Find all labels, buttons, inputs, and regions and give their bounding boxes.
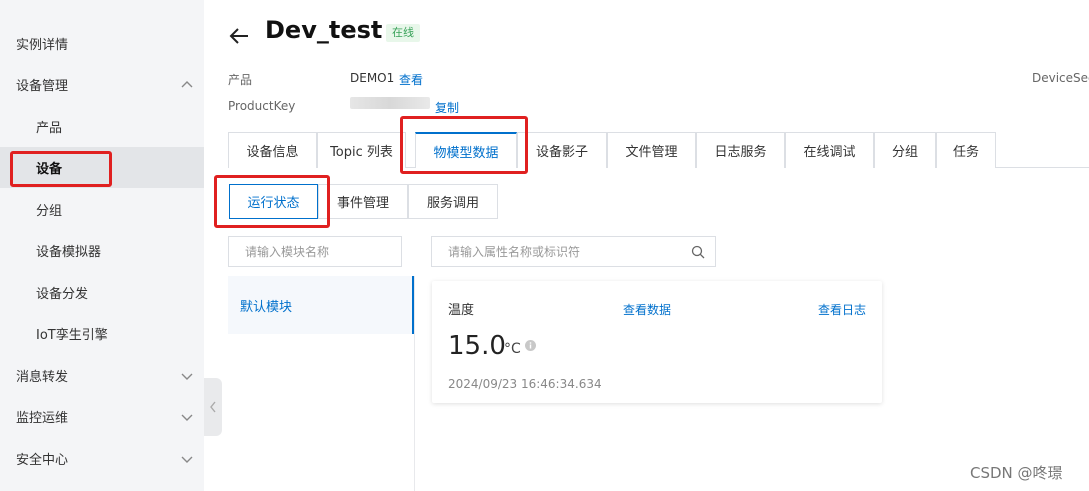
tab-device-info[interactable]: 设备信息 xyxy=(228,132,317,168)
copy-productkey-link[interactable]: 复制 xyxy=(435,99,459,116)
tab-log-service[interactable]: 日志服务 xyxy=(696,132,785,168)
sidebar-item-message-forwarding[interactable]: 消息转发 xyxy=(0,355,204,396)
productkey-masked-value xyxy=(350,97,430,109)
tab-device-shadow[interactable]: 设备影子 xyxy=(517,132,607,168)
view-product-link[interactable]: 查看 xyxy=(399,71,423,88)
sidebar-item-label: 设备管理 xyxy=(16,79,69,94)
sidebar-item-label: 设备模拟器 xyxy=(36,245,102,260)
sidebar-item-label: 监控运维 xyxy=(16,411,69,426)
subtab-service-invocation[interactable]: 服务调用 xyxy=(408,184,498,219)
watermark: CSDN @咚璟 xyxy=(970,464,1063,482)
highlight-device-item xyxy=(10,151,112,187)
sidebar-item-device-simulator[interactable]: 设备模拟器 xyxy=(0,230,204,271)
highlight-thing-model-tab xyxy=(400,116,528,174)
product-label: 产品 xyxy=(228,73,253,87)
view-data-link[interactable]: 查看数据 xyxy=(623,301,671,318)
product-value: DEMO1 xyxy=(350,71,395,85)
module-search-input[interactable] xyxy=(229,237,395,266)
tab-file-management[interactable]: 文件管理 xyxy=(607,132,696,168)
chevron-down-icon xyxy=(181,414,193,421)
page-title: Dev_test xyxy=(265,16,383,44)
sidebar-item-device-distribution[interactable]: 设备分发 xyxy=(0,272,204,313)
chevron-down-icon xyxy=(181,373,193,380)
sidebar-item-label: 分组 xyxy=(36,204,63,219)
status-badge: 在线 xyxy=(386,24,420,42)
subtab-label: 事件管理 xyxy=(336,196,389,211)
chevron-up-icon xyxy=(181,81,193,88)
property-unit: °C xyxy=(504,341,521,357)
info-icon[interactable] xyxy=(525,340,536,351)
sidebar-item-label: 安全中心 xyxy=(16,453,69,468)
sidebar-item-iot-twin-engine[interactable]: IoT孪生引擎 xyxy=(0,313,204,354)
property-name: 温度 xyxy=(448,303,475,318)
tab-label: 文件管理 xyxy=(625,145,678,160)
sidebar-item-security-center[interactable]: 安全中心 xyxy=(0,438,204,479)
tab-online-debug[interactable]: 在线调试 xyxy=(785,132,874,168)
subtab-event-management[interactable]: 事件管理 xyxy=(318,184,408,219)
tab-label: 设备信息 xyxy=(246,145,299,160)
back-arrow-icon[interactable] xyxy=(228,26,250,46)
sidebar-item-label: 设备分发 xyxy=(36,287,89,302)
sidebar-item-label: 消息转发 xyxy=(16,370,69,385)
sidebar-item-label: 实例详情 xyxy=(16,38,69,53)
tab-label: 任务 xyxy=(952,145,979,160)
module-search xyxy=(228,236,402,267)
tab-label: Topic 列表 xyxy=(330,145,393,160)
sidebar-item-instance-details[interactable]: 实例详情 xyxy=(0,23,204,64)
tab-label: 日志服务 xyxy=(714,145,767,160)
chevron-down-icon xyxy=(181,456,193,463)
panel-divider xyxy=(414,276,415,491)
tab-label: 设备影子 xyxy=(535,145,588,160)
sidebar-item-device-management[interactable]: 设备管理 xyxy=(0,64,204,105)
sidebar-item-label: IoT孪生引擎 xyxy=(36,328,108,343)
highlight-running-status-subtab xyxy=(214,175,330,228)
chevron-left-icon xyxy=(210,401,216,413)
sidebar-item-monitoring-ops[interactable]: 监控运维 xyxy=(0,396,204,437)
tab-task[interactable]: 任务 xyxy=(936,132,996,168)
property-search-input[interactable] xyxy=(432,237,691,266)
module-label: 默认模块 xyxy=(240,299,293,315)
search-icon[interactable] xyxy=(691,245,705,259)
tab-topic-list[interactable]: Topic 列表 xyxy=(317,132,406,168)
sidebar-item-label: 产品 xyxy=(36,121,63,136)
sidebar-item-product[interactable]: 产品 xyxy=(0,106,204,147)
sidebar-item-group[interactable]: 分组 xyxy=(0,189,204,230)
property-card: 温度 查看数据 查看日志 15.0 °C 2024/09/23 16:46:34… xyxy=(432,281,882,403)
productkey-label: ProductKey xyxy=(228,99,296,113)
property-search xyxy=(431,236,716,267)
property-timestamp: 2024/09/23 16:46:34.634 xyxy=(448,377,602,391)
view-log-link[interactable]: 查看日志 xyxy=(818,301,866,318)
sidebar: 实例详情 设备管理 产品 设备 分组 设备模拟器 设备分发 IoT孪生引擎 消息… xyxy=(0,0,204,491)
device-secret-label: DeviceSecr xyxy=(1032,71,1089,85)
property-value: 15.0 xyxy=(448,331,506,361)
tab-group[interactable]: 分组 xyxy=(874,132,936,168)
tab-label: 分组 xyxy=(891,145,918,160)
subtab-label: 服务调用 xyxy=(426,196,479,211)
tab-label: 在线调试 xyxy=(803,145,856,160)
module-item-default[interactable]: 默认模块 xyxy=(228,276,414,334)
sidebar-collapse-handle[interactable] xyxy=(204,378,222,436)
